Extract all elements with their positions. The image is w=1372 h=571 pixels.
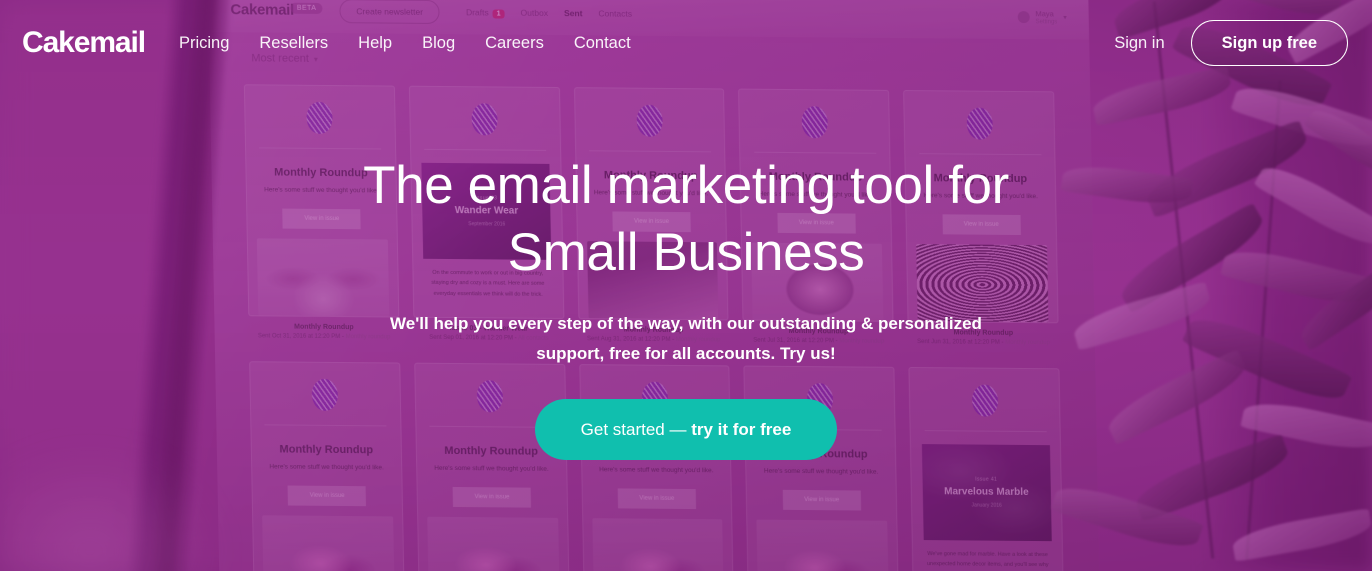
nav-item-help[interactable]: Help (358, 35, 392, 52)
hero-heading-line-1: The email marketing tool for (363, 155, 1009, 215)
nav-item-pricing[interactable]: Pricing (179, 35, 229, 52)
hero-heading: The email marketing tool for Small Busin… (363, 153, 1009, 287)
header-actions: Sign in Sign up free (1114, 19, 1348, 67)
nav-item-blog[interactable]: Blog (422, 35, 455, 52)
get-started-cta-button[interactable]: Get started — try it for free (534, 399, 838, 461)
cta-emphasis: try it for free (691, 420, 792, 440)
cta-prefix: Get started — (580, 420, 692, 440)
nav-item-contact[interactable]: Contact (574, 35, 631, 52)
sign-in-link[interactable]: Sign in (1114, 34, 1164, 53)
nav-item-resellers[interactable]: Resellers (259, 35, 328, 52)
sign-up-free-button[interactable]: Sign up free (1190, 19, 1348, 67)
hero-heading-line-2: Small Business (507, 222, 865, 282)
cakemail-logo[interactable]: Cakemail (22, 28, 146, 58)
main-navigation: Pricing Resellers Help Blog Careers Cont… (179, 35, 631, 52)
nav-item-careers[interactable]: Careers (485, 35, 544, 52)
hero-page: CakemailBETA Create newsletter Drafts1 O… (0, 0, 1372, 571)
hero-subheading: We'll help you every step of the way, wi… (390, 313, 982, 363)
site-header: Cakemail Pricing Resellers Help Blog Car… (0, 0, 1372, 86)
